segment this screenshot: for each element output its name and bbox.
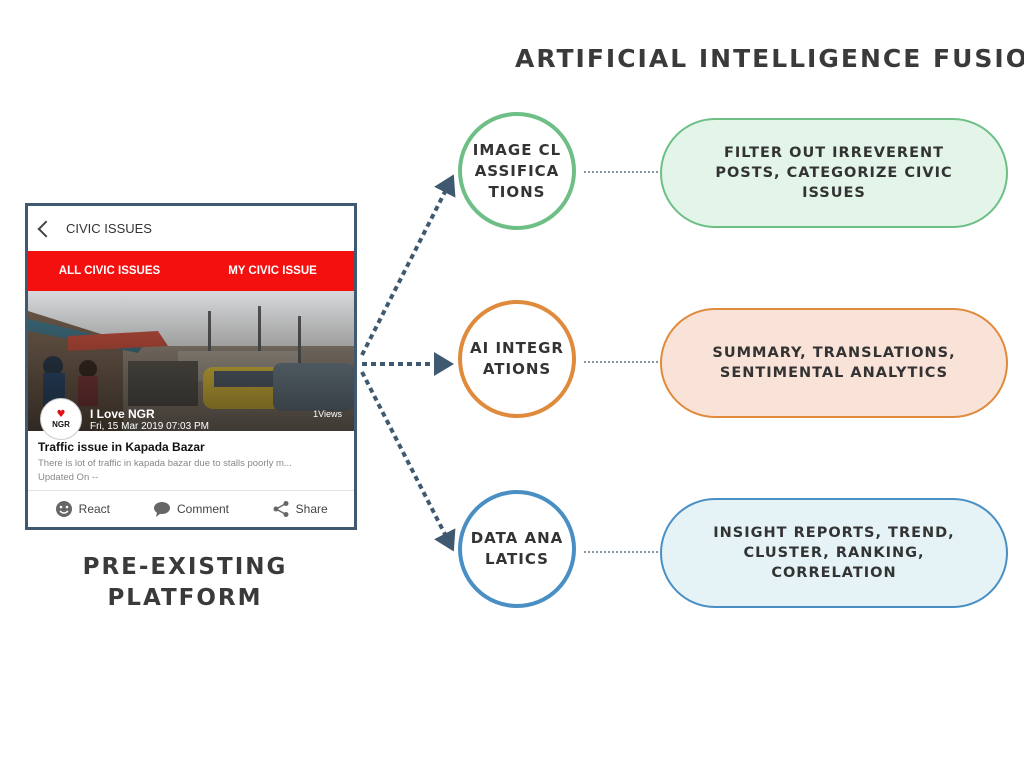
output-ai-integrations: SUMMARY, TRANSLATIONS, SENTIMENTAL ANALY… <box>660 308 1008 418</box>
node-ai-integrations: AI INTEGRATIONS <box>458 300 576 418</box>
arrow-to-image-classifications <box>360 174 456 356</box>
output-data-analatics: INSIGHT REPORTS, TREND, CLUSTER, RANKING… <box>660 498 1008 608</box>
node-data-analatics: DATA ANALATICS <box>458 490 576 608</box>
arrow-to-data-analatics <box>360 371 456 552</box>
node-image-classifications: IMAGE CLASSIFICATIONS <box>458 112 576 230</box>
output-image-classifications: FILTER OUT IRREVERENT POSTS, CATEGORIZE … <box>660 118 1008 228</box>
